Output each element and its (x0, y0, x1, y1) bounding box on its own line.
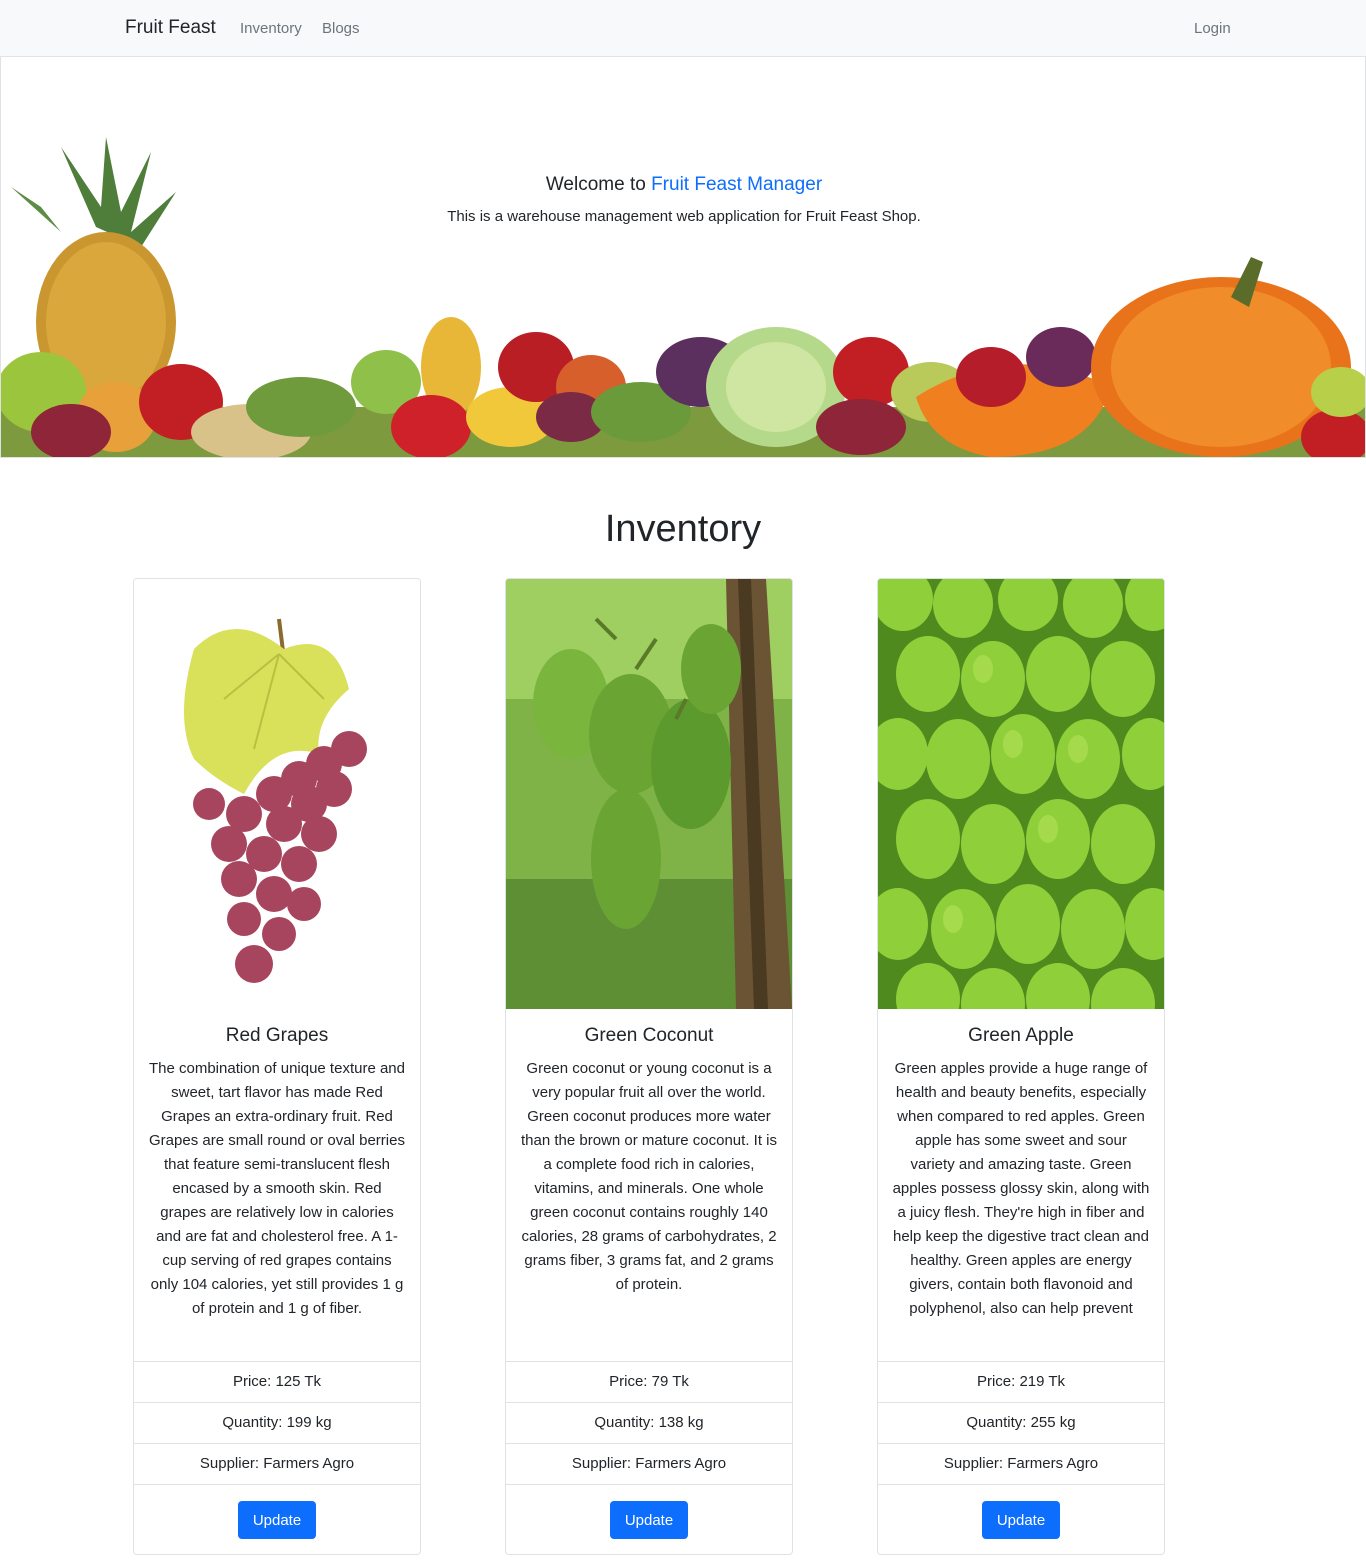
brand-link[interactable]: Fruit Feast (125, 17, 216, 39)
card-supplier: Supplier: Farmers Agro (506, 1443, 792, 1484)
update-button[interactable]: Update (982, 1501, 1060, 1539)
card-image-green-coconut (506, 579, 792, 1009)
update-button[interactable]: Update (610, 1501, 688, 1539)
card-title: Green Apple (968, 1025, 1074, 1046)
inventory-card: Red Grapes The combination of unique tex… (133, 578, 421, 1555)
hero-produce-image (1, 137, 1365, 457)
card-image-green-apple (878, 579, 1164, 1009)
update-button[interactable]: Update (238, 1501, 316, 1539)
card-description: Green coconut or young coconut is a very… (521, 1060, 777, 1293)
card-footer: Update (134, 1484, 420, 1554)
card-description: Green apples provide a huge range of hea… (892, 1060, 1150, 1317)
hero-banner: Welcome to Fruit Feast Manager This is a… (0, 57, 1366, 458)
card-quantity: Quantity: 138 kg (506, 1402, 792, 1443)
card-footer: Update (506, 1484, 792, 1554)
navbar: Fruit Feast Inventory Blogs Login (0, 0, 1366, 57)
card-title: Red Grapes (225, 1025, 329, 1046)
card-description: The combination of unique texture and sw… (148, 1060, 405, 1317)
nav-link-inventory[interactable]: Inventory (240, 20, 302, 37)
card-footer: Update (878, 1484, 1164, 1554)
card-quantity: Quantity: 199 kg (134, 1402, 420, 1443)
nav-link-login[interactable]: Login (1194, 20, 1231, 37)
inventory-card: Green Apple Green apples provide a huge … (877, 578, 1165, 1555)
card-title: Green Coconut (584, 1025, 714, 1046)
card-price: Price: 219 Tk (878, 1361, 1164, 1402)
card-supplier: Supplier: Farmers Agro (878, 1443, 1164, 1484)
card-quantity: Quantity: 255 kg (878, 1402, 1164, 1443)
card-price: Price: 125 Tk (134, 1361, 420, 1402)
inventory-title: Inventory (604, 508, 762, 550)
card-price: Price: 79 Tk (506, 1361, 792, 1402)
card-supplier: Supplier: Farmers Agro (134, 1443, 420, 1484)
nav-link-blogs[interactable]: Blogs (322, 20, 360, 37)
card-image-red-grapes (134, 579, 420, 1009)
inventory-card: Green Coconut Green coconut or young coc… (505, 578, 793, 1555)
